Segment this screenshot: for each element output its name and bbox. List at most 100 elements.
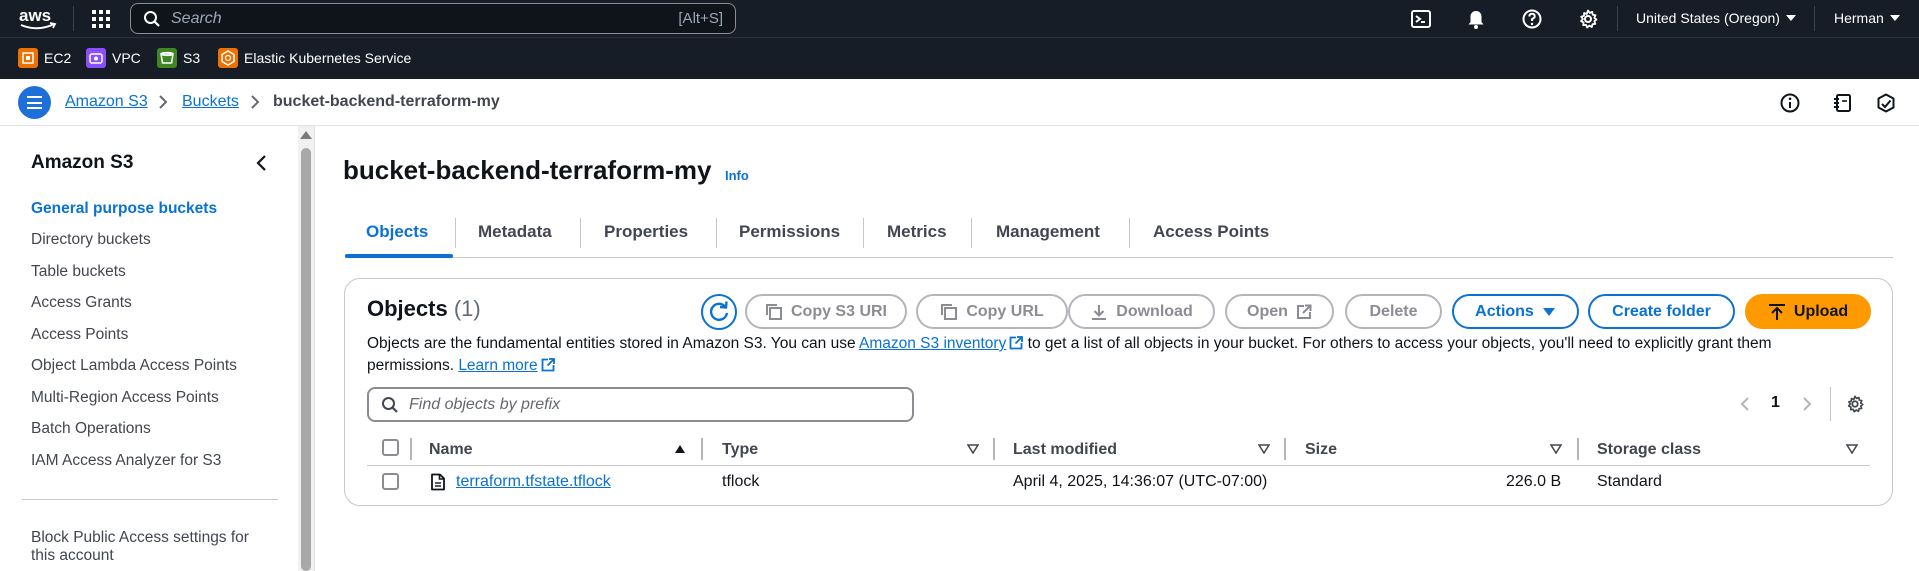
caret-down-icon	[1542, 307, 1555, 316]
external-link-icon	[1009, 336, 1024, 350]
page-title: bucket-backend-terraform-my	[343, 155, 712, 185]
delete-button[interactable]: Delete	[1345, 294, 1442, 329]
help-icon[interactable]	[1521, 8, 1543, 30]
sidebar-item-access-points[interactable]: Access Points	[31, 326, 128, 344]
column-divider	[410, 438, 412, 460]
sidebar-item-table-buckets[interactable]: Table buckets	[31, 263, 126, 281]
info-link[interactable]: Info	[725, 168, 749, 183]
object-name-link[interactable]: terraform.tfstate.tflock	[456, 473, 611, 491]
tab-management[interactable]: Management	[996, 222, 1100, 242]
sidebar-title: Amazon S3	[31, 152, 134, 173]
breadcrumb-buckets[interactable]: Buckets	[182, 93, 239, 111]
favorite-label: VPC	[112, 50, 141, 66]
cube-icon[interactable]	[1875, 92, 1897, 114]
copy-s3-uri-button[interactable]: Copy S3 URI	[745, 294, 907, 329]
favorite-s3[interactable]: S3	[157, 48, 200, 68]
button-label: Copy URL	[966, 302, 1044, 320]
open-button[interactable]: Open	[1225, 294, 1334, 329]
nav-divider	[1617, 6, 1618, 31]
sidebar-item-block-public-access[interactable]: Block Public Access settings for this ac…	[31, 529, 249, 565]
sort-icon[interactable]	[1258, 444, 1270, 454]
find-objects-input[interactable]: Find objects by prefix	[367, 387, 914, 422]
download-button[interactable]: Download	[1068, 294, 1215, 329]
tab-separator	[455, 218, 456, 248]
create-folder-button[interactable]: Create folder	[1588, 294, 1735, 329]
sidebar-item-directory-buckets[interactable]: Directory buckets	[31, 231, 151, 249]
tab-metadata[interactable]: Metadata	[478, 222, 552, 242]
column-header-storage-class[interactable]: Storage class	[1597, 441, 1701, 459]
copy-url-button[interactable]: Copy URL	[916, 294, 1068, 329]
cloudshell-icon[interactable]	[1410, 8, 1432, 30]
sort-icon[interactable]	[1846, 444, 1858, 454]
sidebar-item-general-purpose-buckets[interactable]: General purpose buckets	[31, 200, 217, 218]
notes-panel-icon[interactable]	[1832, 92, 1854, 114]
upload-icon	[1768, 303, 1785, 320]
aws-logo-icon[interactable]: aws	[18, 6, 58, 32]
actions-dropdown-button[interactable]: Actions	[1452, 294, 1579, 329]
breadcrumb-current-bucket: bucket-backend-terraform-my	[273, 93, 500, 110]
breadcrumb-amazon-s3[interactable]: Amazon S3	[65, 93, 148, 111]
top-navigation: aws Search [Alt+S] United States (Oregon	[0, 0, 1919, 37]
column-header-type[interactable]: Type	[722, 441, 758, 459]
column-divider	[1284, 438, 1286, 460]
active-tab-indicator	[345, 254, 453, 258]
account-menu[interactable]: Herman	[1834, 10, 1900, 26]
tab-metrics[interactable]: Metrics	[887, 222, 947, 242]
s3-inventory-link[interactable]: Amazon S3 inventory	[859, 335, 1006, 352]
sidebar-item-access-grants[interactable]: Access Grants	[31, 294, 132, 312]
sidebar-item-multi-region-access-points[interactable]: Multi-Region Access Points	[31, 389, 219, 407]
nav-divider	[1814, 6, 1815, 31]
select-all-checkbox[interactable]	[382, 439, 399, 456]
tab-objects[interactable]: Objects	[366, 222, 428, 242]
row-checkbox[interactable]	[382, 473, 399, 490]
search-input[interactable]: Search [Alt+S]	[130, 3, 736, 34]
settings-gear-icon[interactable]	[1577, 8, 1599, 30]
tab-permissions[interactable]: Permissions	[739, 222, 840, 242]
button-label: Actions	[1475, 302, 1534, 320]
column-header-size[interactable]: Size	[1305, 441, 1337, 459]
services-grid-icon[interactable]	[91, 9, 111, 29]
column-header-name[interactable]: Name	[429, 441, 473, 459]
button-label: Upload	[1793, 302, 1849, 320]
sort-ascending-icon[interactable]	[674, 444, 686, 454]
scrollbar-thumb[interactable]	[301, 148, 311, 571]
notifications-bell-icon[interactable]	[1465, 8, 1487, 30]
current-page[interactable]: 1	[1771, 394, 1780, 412]
sidebar-item-object-lambda-access-points[interactable]: Object Lambda Access Points	[31, 357, 237, 375]
sort-icon[interactable]	[967, 444, 979, 454]
close-sidebar-icon[interactable]	[254, 154, 270, 172]
menu-line	[27, 101, 42, 104]
previous-page-icon[interactable]	[1739, 396, 1751, 412]
sidebar-item-label: this account	[31, 547, 114, 564]
objects-description: Objects are the fundamental entities sto…	[367, 333, 1847, 377]
button-label: Delete	[1369, 302, 1418, 320]
hamburger-menu-button[interactable]	[18, 86, 51, 119]
favorite-eks[interactable]: Elastic Kubernetes Service	[218, 48, 411, 68]
button-label: Download	[1116, 302, 1193, 320]
learn-more-link[interactable]: Learn more	[458, 357, 537, 374]
tab-properties[interactable]: Properties	[604, 222, 688, 242]
tab-access-points[interactable]: Access Points	[1153, 222, 1269, 242]
user-name: Herman	[1834, 10, 1884, 26]
favorite-vpc[interactable]: VPC	[86, 48, 141, 68]
sort-icon[interactable]	[1550, 444, 1562, 454]
column-divider	[701, 438, 703, 460]
column-header-last-modified[interactable]: Last modified	[1013, 441, 1117, 459]
sidebar-item-batch-operations[interactable]: Batch Operations	[31, 420, 151, 438]
chevron-down-icon	[1785, 15, 1796, 21]
refresh-button[interactable]	[701, 294, 737, 330]
table-preferences-gear-icon[interactable]	[1845, 394, 1865, 414]
tab-separator	[971, 218, 972, 248]
scroll-up-arrow-icon[interactable]	[300, 131, 312, 139]
sidebar-item-iam-access-analyzer[interactable]: IAM Access Analyzer for S3	[31, 452, 221, 470]
search-icon	[382, 396, 398, 413]
upload-button[interactable]: Upload	[1745, 294, 1871, 329]
next-page-icon[interactable]	[1801, 396, 1813, 412]
favorite-ec2[interactable]: EC2	[18, 48, 71, 68]
region-selector[interactable]: United States (Oregon)	[1636, 10, 1796, 26]
info-panel-icon[interactable]	[1779, 92, 1801, 114]
copy-icon	[765, 303, 782, 320]
objects-table-header: Name Type Last modified Size Storage cla…	[367, 433, 1870, 466]
sidebar-border	[314, 126, 315, 571]
tab-separator	[580, 218, 581, 248]
